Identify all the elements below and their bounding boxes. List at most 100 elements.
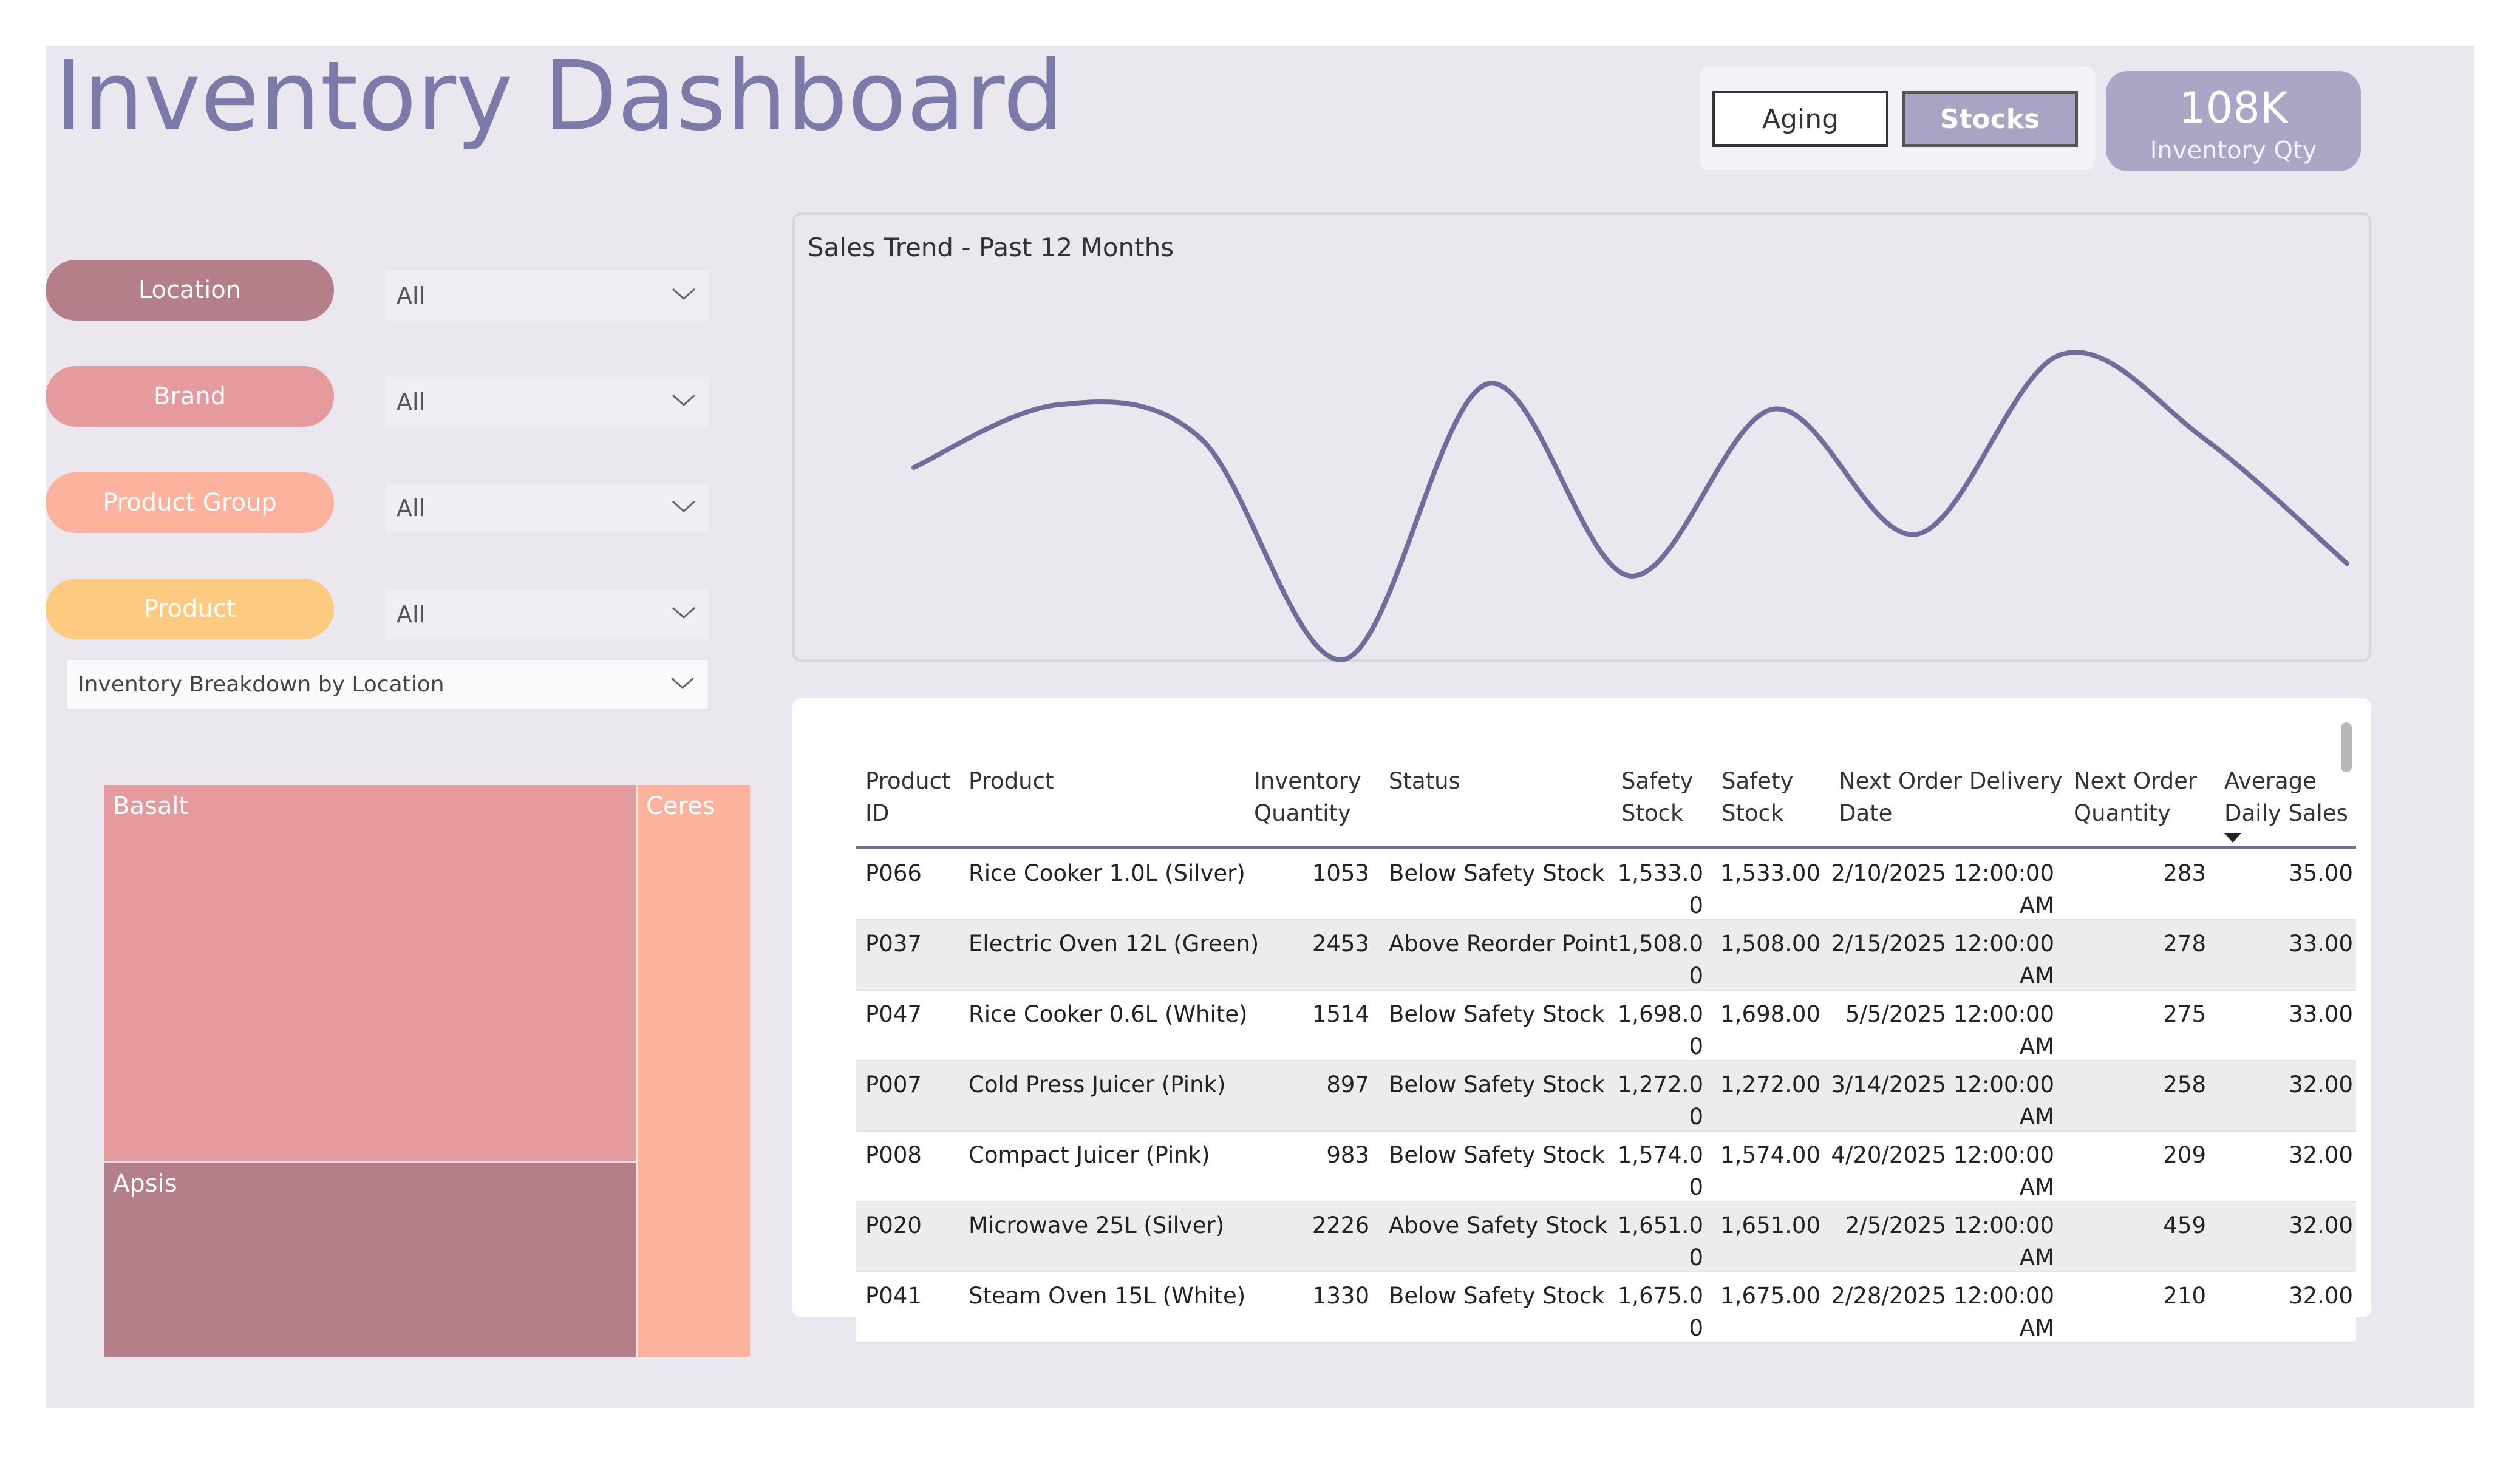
treemap-tile-basalt[interactable]: Basalt <box>104 785 636 1161</box>
sales-trend-chart <box>911 350 2349 662</box>
treemap-label: Apsis <box>113 1170 177 1198</box>
table-cell: Cold Press Juicer (Pink) <box>969 1072 1226 1098</box>
table-cell: AM <box>2019 892 2054 919</box>
table-cell: 0 <box>1689 963 1703 989</box>
kpi-value: 108K <box>2179 83 2288 133</box>
sales-trend-line <box>911 350 2349 662</box>
table-cell: 897 <box>1326 1072 1369 1098</box>
table-cell: 2226 <box>1312 1212 1369 1238</box>
table-cell: 1,533.00 <box>1720 860 1820 886</box>
chevron-down-icon <box>672 606 695 619</box>
table-cell: Rice Cooker 0.6L (White) <box>969 1001 1248 1027</box>
table-cell: Electric Oven 12L (Green) <box>969 931 1259 957</box>
breakdown-dropdown-label: Inventory Breakdown by Location <box>78 672 444 697</box>
table-cell: 1,508.00 <box>1720 931 1820 957</box>
product-filter-button[interactable]: Product <box>46 579 334 639</box>
chevron-down-icon <box>672 500 695 513</box>
treemap-tile-apsis[interactable]: Apsis <box>104 1163 636 1357</box>
table-cell: Steam Oven 15L (White) <box>969 1283 1246 1309</box>
treemap-tile-ceres[interactable]: Ceres <box>638 785 750 1357</box>
aging-button[interactable]: Aging <box>1712 91 1888 147</box>
table-cell: Below Safety Stock <box>1389 1142 1605 1168</box>
table-cell: 1,272.00 <box>1720 1072 1820 1098</box>
table-cell: AM <box>2019 1174 2054 1200</box>
sort-descending-icon[interactable] <box>2224 833 2241 844</box>
table-cell: 283 <box>2163 860 2206 886</box>
treemap-label: Ceres <box>646 792 715 820</box>
chevron-down-icon <box>672 288 695 301</box>
table-cell: 1,675.00 <box>1720 1283 1820 1309</box>
table-cell: 3/14/2025 12:00:00 <box>1831 1072 2054 1098</box>
table-cell: 33.00 <box>2289 1001 2353 1027</box>
column-header: Quantity <box>2074 800 2171 826</box>
location-filter-button[interactable]: Location <box>46 260 334 321</box>
kpi-label: Inventory Qty <box>2150 137 2317 165</box>
table-cell: 32.00 <box>2289 1283 2353 1309</box>
column-header: Next Order <box>2074 768 2198 794</box>
brand-dropdown-value: All <box>397 389 426 415</box>
table-cell: P020 <box>865 1212 922 1238</box>
column-header: Safety <box>1621 768 1694 794</box>
table-cell: 2/28/2025 12:00:00 <box>1831 1283 2054 1309</box>
product-group-dropdown-value: All <box>397 495 426 521</box>
table-cell: 1514 <box>1312 1001 1369 1027</box>
product-dropdown[interactable]: All <box>386 589 709 639</box>
table-scrollbar[interactable] <box>2341 722 2352 772</box>
table-cell: P008 <box>865 1142 922 1168</box>
location-dropdown-value: All <box>397 282 426 309</box>
table-cell: 2/5/2025 12:00:00 <box>1845 1212 2054 1238</box>
table-cell: 32.00 <box>2289 1212 2353 1238</box>
product-group-dropdown[interactable]: All <box>386 483 709 533</box>
table-cell: 4/20/2025 12:00:00 <box>1831 1142 2054 1168</box>
table-cell: 1,651.0 <box>1617 1212 1703 1238</box>
stocks-button[interactable]: Stocks <box>1902 91 2078 147</box>
table-cell: 0 <box>1689 1104 1703 1130</box>
treemap-label: Basalt <box>113 792 189 820</box>
product-group-filter-button[interactable]: Product Group <box>46 472 334 533</box>
table-cell: 0 <box>1689 1033 1703 1059</box>
table-cell: 32.00 <box>2289 1142 2353 1168</box>
table-cell: Compact Juicer (Pink) <box>969 1142 1210 1168</box>
view-toggle: Aging Stocks <box>1700 67 2095 170</box>
table-cell: AM <box>2019 1033 2054 1059</box>
location-dropdown[interactable]: All <box>386 271 709 321</box>
column-header: Average <box>2224 768 2317 794</box>
chevron-down-icon <box>672 394 695 407</box>
table-cell: P066 <box>865 860 922 886</box>
column-header: Product <box>969 768 1054 794</box>
column-header: Date <box>1839 800 1893 826</box>
product-dropdown-value: All <box>397 601 426 628</box>
table-cell: 0 <box>1689 1315 1703 1341</box>
table-cell: Above Safety Stock <box>1389 1212 1608 1238</box>
table-cell: P037 <box>865 931 922 957</box>
table-cell: 278 <box>2163 931 2206 957</box>
table-cell: 209 <box>2163 1142 2206 1168</box>
brand-dropdown[interactable]: All <box>386 377 709 427</box>
column-header: Stock <box>1621 800 1684 826</box>
table-cell: Below Safety Stock <box>1389 860 1605 886</box>
table-cell: 275 <box>2163 1001 2206 1027</box>
table-cell: 1,508.0 <box>1617 931 1703 957</box>
table-cell: P041 <box>865 1283 922 1309</box>
breakdown-dropdown[interactable]: Inventory Breakdown by Location <box>66 659 709 710</box>
table-cell: AM <box>2019 1104 2054 1130</box>
table-cell: 983 <box>1326 1142 1369 1168</box>
column-header: Next Order Delivery <box>1839 768 2063 794</box>
row-divider <box>856 1342 2356 1343</box>
brand-filter-button[interactable]: Brand <box>46 366 334 427</box>
column-header: Product <box>865 768 951 794</box>
table-cell: 32.00 <box>2289 1072 2353 1098</box>
column-header: Quantity <box>1254 800 1351 826</box>
table-cell: 1,533.0 <box>1617 860 1703 886</box>
table-cell: 258 <box>2163 1072 2206 1098</box>
table-cell: 2453 <box>1312 931 1369 957</box>
column-header: ID <box>865 800 890 826</box>
table-cell: P047 <box>865 1001 922 1027</box>
table-cell: 2/15/2025 12:00:00 <box>1831 931 2054 957</box>
table-cell: Below Safety Stock <box>1389 1072 1605 1098</box>
table-cell: 1053 <box>1312 860 1369 886</box>
table-cell: 1,698.00 <box>1720 1001 1820 1027</box>
table-cell: 33.00 <box>2289 931 2353 957</box>
header-divider <box>856 846 2356 849</box>
column-header: Daily Sales <box>2224 800 2348 826</box>
